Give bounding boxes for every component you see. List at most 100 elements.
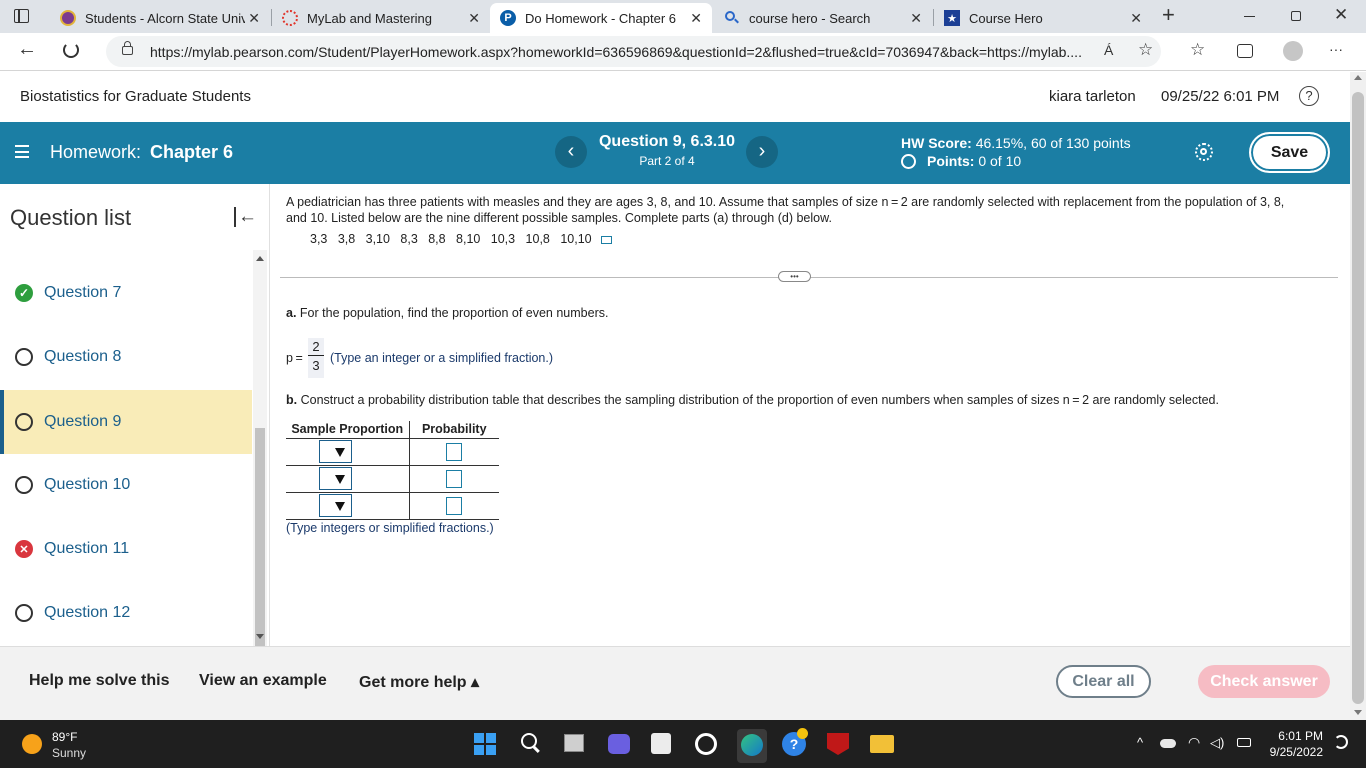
check-answer-button[interactable]: Check answer (1198, 665, 1330, 698)
restore-window-icon[interactable] (1291, 11, 1301, 21)
app-header: Biostatistics for Graduate Students kiar… (0, 72, 1350, 122)
copy-data-icon[interactable] (601, 235, 613, 244)
weather-condition: Sunny (52, 746, 87, 760)
url-text: https://mylab.pearson.com/Student/Player… (150, 44, 1082, 60)
part-b-prompt: b. Construct a probability distribution … (286, 393, 1219, 407)
view-example-button[interactable]: View an example (199, 672, 327, 690)
edge-browser-icon[interactable] (737, 729, 767, 763)
help-icon[interactable]: ? (1299, 86, 1319, 106)
probability-input[interactable] (446, 469, 463, 488)
clear-all-button[interactable]: Clear all (1056, 665, 1151, 698)
new-tab-button[interactable]: + (1162, 2, 1175, 28)
file-explorer-icon[interactable] (870, 735, 894, 753)
question-item-10[interactable]: Question 10 (0, 453, 252, 517)
help-me-solve-button[interactable]: Help me solve this (29, 672, 170, 690)
check-icon: ✓ (15, 284, 33, 302)
hw-score-label: HW Score: (901, 135, 972, 151)
store-icon[interactable] (651, 733, 671, 754)
favorites-icon[interactable]: ☆ (1190, 40, 1205, 60)
windows-start-icon[interactable] (474, 733, 496, 755)
teams-chat-icon[interactable] (608, 734, 630, 754)
sample-proportion-dropdown[interactable] (318, 494, 352, 517)
scroll-down-icon[interactable] (256, 634, 264, 639)
read-aloud-icon[interactable]: Á (1104, 42, 1113, 58)
p-numerator: 2 (308, 338, 324, 356)
address-field[interactable]: https://mylab.pearson.com/Student/Player… (106, 36, 1161, 67)
battery-icon[interactable] (1237, 738, 1251, 747)
tab-course-hero-search[interactable]: course hero - Search ✕ (714, 3, 932, 33)
user-name[interactable]: kiara tarleton (1049, 88, 1136, 105)
scroll-down-icon[interactable] (1354, 710, 1362, 715)
notifications-moon-icon[interactable] (1334, 735, 1348, 749)
wifi-icon[interactable]: ◠ (1188, 734, 1200, 751)
close-tab-icon[interactable]: ✕ (690, 10, 702, 27)
weather-sun-icon[interactable] (22, 734, 42, 754)
x-mark-icon: ✕ (15, 540, 33, 558)
course-hero-favicon: ★ (944, 10, 960, 26)
question-text-line1: A pediatrician has three patients with m… (286, 195, 1285, 209)
close-window-icon[interactable]: ✕ (1334, 5, 1348, 25)
probability-table: Sample Proportion Probability (286, 421, 499, 520)
more-menu-icon[interactable]: ··· (1329, 41, 1343, 57)
close-tab-icon[interactable]: ✕ (468, 10, 480, 27)
table-row (286, 438, 499, 466)
sample-proportion-dropdown[interactable] (318, 467, 352, 490)
page-scrollbar[interactable] (1350, 72, 1366, 720)
date-time: 09/25/22 6:01 PM (1161, 88, 1280, 105)
add-favorite-icon[interactable]: ☆ (1138, 40, 1153, 60)
get-more-help-button[interactable]: Get more help ▴ (359, 672, 479, 692)
back-arrow-icon[interactable]: ← (17, 38, 37, 61)
scroll-up-icon[interactable] (256, 256, 264, 261)
question-area: A pediatrician has three patients with m… (270, 184, 1350, 646)
tab-mylab-mastering[interactable]: MyLab and Mastering ✕ (272, 3, 490, 33)
tab-do-homework[interactable]: P Do Homework - Chapter 6 ✕ (490, 3, 712, 33)
question-list-scrollbar[interactable] (253, 250, 267, 666)
tab-students-alcorn[interactable]: Students - Alcorn State Unive ✕ (50, 3, 270, 33)
hw-score-value: 46.15%, 60 of 130 points (975, 135, 1131, 151)
clock-date[interactable]: 9/25/2022 (1263, 745, 1323, 759)
next-question-button[interactable]: › (746, 136, 778, 168)
homework-label: Homework: (50, 142, 142, 162)
collapse-panel-icon[interactable]: ← (234, 206, 257, 228)
collections-icon[interactable] (1237, 44, 1253, 58)
probability-input[interactable] (446, 496, 463, 515)
volume-icon[interactable]: ◁) (1210, 735, 1224, 751)
weather-temp: 89°F (52, 730, 78, 744)
close-tab-icon[interactable]: ✕ (248, 10, 260, 27)
question-text-line2: and 10. Listed below are the nine differ… (286, 211, 832, 225)
question-list-title: Question list (10, 205, 132, 230)
tray-overflow-icon[interactable]: ^ (1137, 735, 1143, 750)
question-item-11[interactable]: ✕ Question 11 (0, 517, 252, 581)
points-label: Points: (927, 153, 975, 169)
question-item-7[interactable]: ✓ Question 7 (0, 261, 252, 325)
lock-icon (122, 46, 133, 55)
mcafee-icon[interactable] (827, 733, 849, 755)
sample-proportion-dropdown[interactable] (318, 440, 352, 463)
close-tab-icon[interactable]: ✕ (910, 10, 922, 27)
question-item-12[interactable]: Question 12 (0, 581, 252, 645)
refresh-icon[interactable] (63, 42, 79, 58)
settings-gear-icon[interactable] (1195, 143, 1213, 161)
clock-time[interactable]: 6:01 PM (1263, 729, 1323, 743)
question-item-8[interactable]: Question 8 (0, 325, 252, 389)
tab-course-hero[interactable]: ★ Course Hero ✕ (934, 3, 1152, 33)
scroll-up-icon[interactable] (1354, 75, 1362, 80)
app-circle-icon[interactable] (695, 733, 717, 755)
profile-avatar[interactable] (1283, 41, 1303, 61)
points-value: 0 of 10 (978, 153, 1022, 169)
probability-input[interactable] (446, 442, 463, 461)
expand-divider-button[interactable]: ••• (778, 271, 811, 282)
menu-icon[interactable] (15, 145, 29, 158)
question-list-panel: Question list ← ✓ Question 7 Question 8 … (0, 184, 270, 666)
probability-header: Probability (408, 421, 499, 439)
onedrive-cloud-icon[interactable] (1160, 739, 1176, 748)
tab-actions-icon[interactable] (14, 9, 29, 23)
close-tab-icon[interactable]: ✕ (1130, 10, 1142, 27)
search-icon (724, 10, 740, 26)
homework-chapter: Chapter 6 (150, 142, 234, 162)
task-view-icon[interactable] (564, 734, 584, 752)
minimize-window-icon[interactable] (1244, 16, 1255, 17)
save-button[interactable]: Save (1249, 132, 1330, 173)
question-item-9[interactable]: Question 9 (0, 390, 252, 454)
question-part: Part 2 of 4 (639, 154, 695, 168)
